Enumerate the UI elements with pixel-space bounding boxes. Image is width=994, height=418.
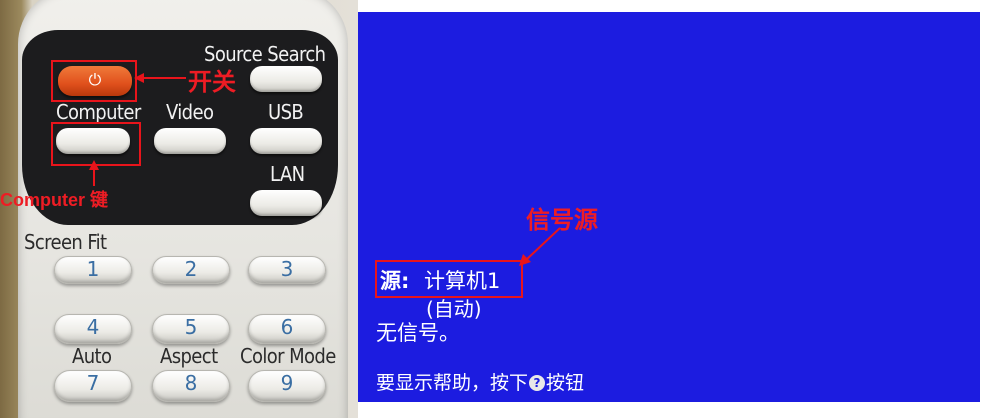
number-3-label: 3 xyxy=(280,257,294,281)
number-1-label: 1 xyxy=(86,257,100,281)
number-2-label: 2 xyxy=(184,257,198,281)
usb-button[interactable] xyxy=(250,128,322,154)
lan-label: LAN xyxy=(270,162,305,186)
number-key-8[interactable]: 8 xyxy=(152,370,230,402)
source-search-button[interactable] xyxy=(250,66,322,92)
number-key-3[interactable]: 3 xyxy=(248,256,326,284)
remote-control-photo: Source Search ⏻ Computer Video USB LAN S… xyxy=(0,0,358,418)
color-mode-label: Color Mode xyxy=(240,344,336,368)
screen-fit-label: Screen Fit xyxy=(24,230,107,254)
number-4-label: 4 xyxy=(86,315,100,339)
number-7-label: 7 xyxy=(86,371,100,395)
number-8-label: 8 xyxy=(184,371,198,395)
help-suffix: 按钮 xyxy=(546,372,585,394)
source-value: 计算机1 xyxy=(424,269,501,293)
number-key-9[interactable]: 9 xyxy=(248,370,326,402)
usb-label: USB xyxy=(268,100,304,124)
help-instruction: 要显示帮助，按下? 按钮 xyxy=(376,368,584,395)
auto-label: Auto xyxy=(72,344,112,368)
power-highlight-box xyxy=(51,60,137,102)
power-arrow-icon xyxy=(134,73,186,83)
computer-key-arrow-icon xyxy=(89,160,99,186)
help-button-icon: ? xyxy=(529,375,546,391)
no-signal-text: 无信号。 xyxy=(376,321,460,345)
number-key-4[interactable]: 4 xyxy=(54,314,132,344)
computer-label: Computer xyxy=(56,100,141,124)
aspect-label: Aspect xyxy=(160,344,218,368)
video-button[interactable] xyxy=(154,128,226,154)
number-key-2[interactable]: 2 xyxy=(152,256,230,284)
lan-button[interactable] xyxy=(250,190,322,216)
source-label: 源: xyxy=(380,269,410,293)
number-9-label: 9 xyxy=(280,371,294,395)
number-key-1[interactable]: 1 xyxy=(54,256,132,284)
number-key-6[interactable]: 6 xyxy=(248,314,326,344)
number-5-label: 5 xyxy=(184,315,198,339)
projector-screen-photo: 信号源 源: 计算机1 (自动) 无信号。 要显示帮助，按下? 按钮 xyxy=(358,12,980,402)
number-key-7[interactable]: 7 xyxy=(54,370,132,402)
power-annotation: 开关 xyxy=(188,67,236,96)
computer-key-annotation: Computer 键 xyxy=(0,190,108,210)
number-key-5[interactable]: 5 xyxy=(152,314,230,344)
video-label: Video xyxy=(166,100,214,124)
number-6-label: 6 xyxy=(280,315,294,339)
help-prefix: 要显示帮助，按下 xyxy=(376,372,529,394)
